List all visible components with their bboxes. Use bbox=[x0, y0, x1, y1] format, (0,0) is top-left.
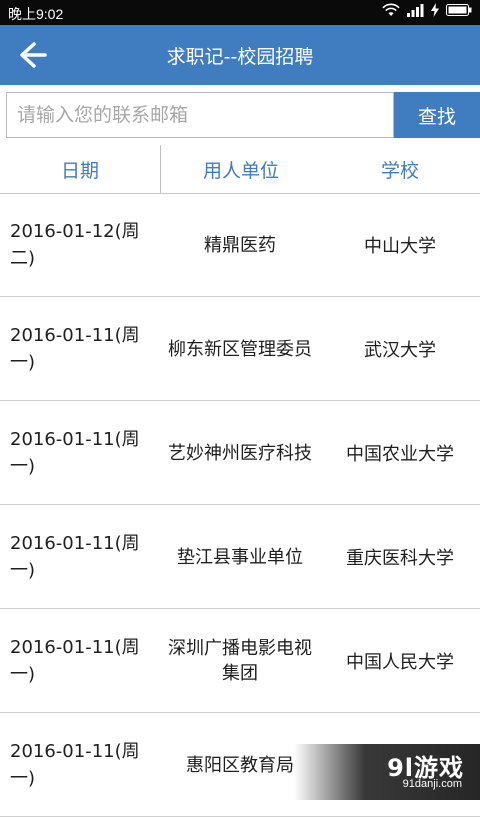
column-header-employer[interactable]: 用人单位 bbox=[160, 145, 321, 193]
row-school: 中山大学 bbox=[364, 236, 436, 257]
table-row[interactable]: 2016-01-11(周一) 深圳广播电影电视集团 中国人民大学 bbox=[0, 609, 480, 713]
email-search-input[interactable] bbox=[6, 92, 394, 138]
row-employer: 深圳广播电影电视集团 bbox=[168, 638, 312, 684]
status-bar: 晚上9:02 bbox=[0, 0, 480, 25]
table-row[interactable]: 2016-01-12(周二) 精鼎医药 中山大学 bbox=[0, 193, 480, 297]
signal-icon bbox=[407, 4, 424, 17]
row-date: 2016-01-11(周一) bbox=[10, 637, 140, 685]
watermark-logo: 9l游戏 91danji.com bbox=[294, 744, 480, 800]
row-employer: 精鼎医药 bbox=[204, 234, 276, 256]
battery-icon bbox=[446, 4, 472, 16]
table-row[interactable]: 2016-01-11(周一) 柳东新区管理委员 武汉大学 bbox=[0, 297, 480, 401]
status-time: 晚上9:02 bbox=[8, 6, 64, 22]
page-title: 求职记--校园招聘 bbox=[166, 46, 314, 68]
wifi-icon bbox=[382, 3, 400, 16]
table-header: 日期 用人单位 学校 bbox=[0, 145, 480, 194]
column-header-school[interactable]: 学校 bbox=[320, 145, 480, 193]
row-school: 武汉大学 bbox=[364, 340, 436, 361]
row-date: 2016-01-11(周一) bbox=[10, 429, 140, 477]
row-date: 2016-01-11(周一) bbox=[10, 533, 140, 581]
row-employer: 柳东新区管理委员 bbox=[168, 338, 312, 360]
charging-icon bbox=[431, 3, 439, 17]
row-school: 重庆医科大学 bbox=[346, 548, 454, 569]
row-date: 2016-01-12(周二) bbox=[10, 221, 140, 269]
row-employer: 艺妙神州医疗科技 bbox=[168, 442, 312, 464]
row-date: 2016-01-11(周一) bbox=[10, 741, 140, 789]
row-school: 中国农业大学 bbox=[346, 444, 454, 465]
row-school: 中国人民大学 bbox=[346, 652, 454, 673]
row-employer: 垫江县事业单位 bbox=[177, 546, 303, 568]
app-bar: 求职记--校园招聘 bbox=[0, 25, 480, 85]
status-icons bbox=[382, 3, 472, 17]
table-row[interactable]: 2016-01-11(周一) 艺妙神州医疗科技 中国农业大学 bbox=[0, 401, 480, 505]
search-button[interactable]: 查找 bbox=[394, 92, 480, 138]
column-header-date[interactable]: 日期 bbox=[0, 145, 160, 193]
row-date: 2016-01-11(周一) bbox=[10, 325, 140, 373]
search-bar: 查找 bbox=[0, 85, 480, 145]
watermark-url: 91danji.com bbox=[402, 778, 462, 790]
table-row[interactable]: 2016-01-11(周一) 垫江县事业单位 重庆医科大学 bbox=[0, 505, 480, 609]
recruitment-list: 2016-01-12(周二) 精鼎医药 中山大学 2016-01-11(周一) … bbox=[0, 193, 480, 817]
